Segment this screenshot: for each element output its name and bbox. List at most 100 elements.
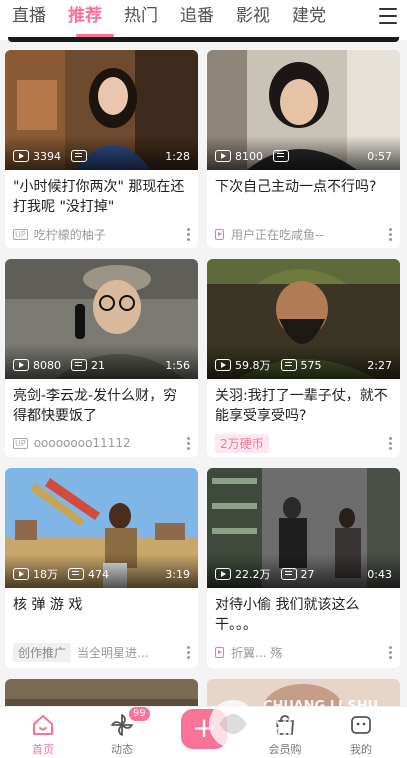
- danmaku-count: [273, 150, 293, 162]
- view-count-text: 22.2万: [235, 568, 271, 581]
- video-card[interactable]: 8080 21 1:56 亮剑-李云龙-发什么财，穷得都快要饭了 UP oooo…: [5, 259, 198, 457]
- shopping-icon: [276, 715, 294, 735]
- video-card[interactable]: 18万 474 3:19 核 弹 游 戏 创作推广 当全明星进...: [5, 468, 198, 668]
- more-options-icon[interactable]: [186, 436, 190, 451]
- tab-film[interactable]: 影视: [236, 0, 270, 32]
- video-meta: 2万硬币: [207, 431, 400, 455]
- video-meta: 用户正在吃咸鱼--: [207, 222, 400, 246]
- play-count-icon: [215, 359, 231, 371]
- author-name[interactable]: 折翼... 殇: [231, 644, 388, 661]
- danmaku-count-text: 21: [91, 358, 105, 372]
- more-options-icon[interactable]: [186, 227, 190, 242]
- play-count-icon: [13, 568, 29, 580]
- publish-icon: +: [192, 711, 216, 744]
- danmaku-count: 575: [280, 358, 322, 372]
- home-icon: [33, 715, 53, 735]
- video-meta: UP oooooooo11112: [5, 431, 198, 455]
- danmaku-count: [71, 150, 91, 162]
- danmaku-count-icon: [68, 568, 84, 580]
- tab-live[interactable]: 直播: [12, 0, 46, 32]
- danmaku-count-icon: [273, 150, 289, 162]
- video-thumbnail[interactable]: 22.2万 27 0:43: [207, 468, 400, 588]
- video-thumbnail[interactable]: 18万 474 3:19: [5, 468, 198, 588]
- up-badge: UP: [13, 437, 28, 449]
- danmaku-count: 21: [71, 359, 105, 372]
- up-badge: UP: [13, 228, 28, 240]
- view-count: 3394: [13, 150, 61, 163]
- danmaku-count-text: 27: [300, 567, 315, 581]
- video-thumbnail[interactable]: 59.8万 575 2:27: [207, 259, 400, 379]
- publish-button[interactable]: +: [181, 709, 227, 749]
- author-name[interactable]: 吃柠檬的柚子: [34, 226, 186, 243]
- tab-anime[interactable]: 追番: [180, 0, 214, 32]
- view-count: 22.2万: [215, 566, 271, 582]
- notification-badge: 99: [129, 707, 150, 721]
- nav-vip-shop-label: 会员购: [268, 743, 302, 756]
- nav-profile[interactable]: 我的: [331, 707, 391, 758]
- video-title[interactable]: 下次自己主动一点不行吗?: [207, 170, 400, 222]
- video-card[interactable]: 8100 0:57 下次自己主动一点不行吗? 用户正在吃咸鱼--: [207, 50, 400, 248]
- danmaku-count-icon: [71, 359, 87, 371]
- tab-recommend[interactable]: 推荐: [68, 0, 102, 32]
- view-count: 59.8万: [215, 357, 271, 373]
- nav-dynamic[interactable]: 99 动态: [92, 707, 152, 758]
- view-count-text: 18万: [33, 568, 58, 581]
- video-duration: 1:56: [165, 358, 190, 372]
- video-title[interactable]: 关羽:我打了一辈子仗，就不能享受享受吗?: [207, 379, 400, 431]
- author-name[interactable]: 用户正在吃咸鱼--: [231, 226, 388, 243]
- video-thumbnail[interactable]: 8100 0:57: [207, 50, 400, 170]
- danmaku-count: 474: [68, 568, 109, 581]
- nav-dynamic-label: 动态: [111, 743, 133, 756]
- play-count-icon: [215, 568, 231, 580]
- video-source-icon: [215, 228, 224, 240]
- video-thumbnail[interactable]: 3394 1:28: [5, 50, 198, 170]
- view-count-text: 8080: [33, 358, 61, 372]
- video-title[interactable]: 亮剑-李云龙-发什么财，穷得都快要饭了: [5, 379, 198, 431]
- view-count-text: 3394: [33, 149, 61, 163]
- more-options-icon[interactable]: [388, 645, 392, 660]
- view-count-text: 8100: [235, 149, 263, 163]
- video-card[interactable]: 59.8万 575 2:27 关羽:我打了一辈子仗，就不能享受享受吗? 2万硬币: [207, 259, 400, 457]
- danmaku-count: 27: [280, 567, 315, 581]
- top-tab-bar: 直播 推荐 热门 追番 影视 建党: [0, 0, 407, 42]
- danmaku-count-text: 474: [88, 567, 109, 581]
- video-stats: 3394 1:28: [13, 149, 190, 163]
- danmaku-count-icon: [280, 568, 297, 580]
- video-stats: 18万 474 3:19: [13, 567, 190, 581]
- video-card[interactable]: 3394 1:28 "小时候打你两次" 那现在还打我呢 "没打掉" UP 吃柠檬…: [5, 50, 198, 248]
- video-title[interactable]: 对待小偷 我们就该这么干。。。: [207, 588, 400, 640]
- danmaku-count-icon: [71, 150, 87, 162]
- video-meta: 折翼... 殇: [207, 640, 400, 664]
- video-duration: 2:27: [367, 358, 392, 372]
- video-meta: 创作推广 当全明星进...: [5, 640, 198, 664]
- promotion-tag: 创作推广: [13, 642, 72, 662]
- view-count: 18万: [13, 566, 58, 582]
- video-stats: 8100 0:57: [215, 149, 392, 163]
- video-thumbnail[interactable]: 8080 21 1:56: [5, 259, 198, 379]
- more-options-icon[interactable]: [388, 227, 392, 242]
- hamburger-menu-icon[interactable]: [379, 8, 397, 24]
- author-name[interactable]: 当全明星进...: [77, 644, 186, 661]
- video-stats: 59.8万 575 2:27: [215, 358, 392, 372]
- video-duration: 3:19: [165, 567, 190, 581]
- video-duration: 0:43: [367, 567, 392, 581]
- view-count: 8100: [215, 150, 263, 163]
- danmaku-count-text: 575: [300, 358, 322, 372]
- tab-party[interactable]: 建党: [292, 0, 326, 32]
- video-card[interactable]: 22.2万 27 0:43 对待小偷 我们就该这么干。。。 折翼... 殇: [207, 468, 400, 668]
- video-duration: 0:57: [367, 149, 392, 163]
- video-source-icon: [215, 646, 224, 658]
- tab-hot[interactable]: 热门: [124, 0, 158, 32]
- video-title[interactable]: "小时候打你两次" 那现在还打我呢 "没打掉": [5, 170, 198, 222]
- play-count-icon: [13, 150, 29, 162]
- video-title[interactable]: 核 弹 游 戏: [5, 588, 198, 640]
- previous-card-edge: [8, 37, 399, 42]
- play-count-icon: [13, 359, 29, 371]
- author-name[interactable]: oooooooo11112: [34, 436, 186, 450]
- nav-vip-shop[interactable]: 会员购: [255, 707, 315, 758]
- nav-home[interactable]: 首页: [13, 707, 73, 758]
- nav-home-label: 首页: [32, 743, 54, 756]
- more-options-icon[interactable]: [186, 645, 190, 660]
- tab-list: 直播 推荐 热门 追番 影视 建党: [0, 0, 326, 32]
- more-options-icon[interactable]: [388, 436, 392, 451]
